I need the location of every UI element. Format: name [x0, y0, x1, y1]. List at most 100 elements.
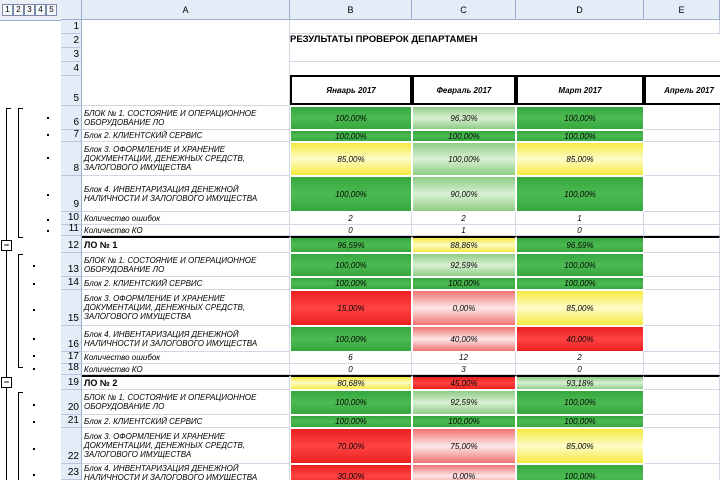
value-cell[interactable]: 3 — [412, 364, 516, 375]
empty-cell[interactable] — [644, 106, 720, 130]
summary-label-cell[interactable]: ЛО № 1 — [82, 236, 290, 253]
row-label-cell[interactable]: Блок 3. ОФОРМЛЕНИЕ И ХРАНЕНИЕ ДОКУМЕНТАЦ… — [82, 142, 290, 176]
row-label-cell[interactable]: Блок 4. ИНВЕНТАРИЗАЦИЯ ДЕНЕЖНОЙ НАЛИЧНОС… — [82, 176, 290, 212]
row-header[interactable]: 8 — [61, 142, 82, 176]
value-cell[interactable]: 12 — [412, 352, 516, 364]
value-cell[interactable]: 2 — [412, 212, 516, 225]
column-header-a[interactable]: A — [82, 0, 290, 20]
value-cell[interactable]: 100,00% — [516, 390, 644, 415]
value-cell[interactable]: 75,00% — [412, 428, 516, 464]
row-label-cell[interactable]: Блок 3. ОФОРМЛЕНИЕ И ХРАНЕНИЕ ДОКУМЕНТАЦ… — [82, 290, 290, 326]
value-cell[interactable]: 100,00% — [516, 277, 644, 290]
value-cell[interactable]: 100,00% — [290, 415, 412, 428]
row-label-cell[interactable]: Количество КО — [82, 364, 290, 375]
value-cell[interactable]: 100,00% — [516, 176, 644, 212]
row-header[interactable]: 19 — [61, 375, 82, 390]
empty-cell[interactable] — [644, 464, 720, 480]
empty-cell[interactable] — [644, 326, 720, 352]
value-cell[interactable]: 100,00% — [290, 106, 412, 130]
row-header[interactable]: 6 — [61, 106, 82, 130]
empty-cell[interactable] — [644, 225, 720, 236]
value-cell[interactable]: 100,00% — [412, 130, 516, 142]
empty-cell[interactable] — [644, 375, 720, 390]
row-label-cell[interactable]: Блок 2. КЛИЕНТСКИЙ СЕРВИС — [82, 130, 290, 142]
column-header-c[interactable]: C — [412, 0, 516, 20]
value-cell[interactable]: 30,00% — [290, 464, 412, 480]
value-cell[interactable]: 100,00% — [516, 464, 644, 480]
summary-value-cell[interactable]: 96,59% — [290, 236, 412, 253]
value-cell[interactable]: 100,00% — [516, 130, 644, 142]
column-header-d[interactable]: D — [516, 0, 644, 20]
value-cell[interactable]: 0 — [290, 225, 412, 236]
row-header[interactable]: 4 — [61, 62, 82, 76]
value-cell[interactable]: 2 — [516, 352, 644, 364]
value-cell[interactable]: 0 — [516, 225, 644, 236]
row-header[interactable]: 18 — [61, 362, 82, 375]
outline-level-2-button[interactable]: 2 — [13, 4, 24, 16]
summary-label-cell[interactable]: ЛО № 2 — [82, 375, 290, 390]
value-cell[interactable]: 100,00% — [290, 326, 412, 352]
value-cell[interactable]: 40,00% — [516, 326, 644, 352]
outline-level-3-button[interactable]: 3 — [24, 4, 35, 16]
row-label-cell[interactable]: Блок 4. ИНВЕНТАРИЗАЦИЯ ДЕНЕЖНОЙ НАЛИЧНОС… — [82, 464, 290, 480]
row-label-cell[interactable]: Количество ошибок — [82, 212, 290, 225]
row-header[interactable]: 15 — [61, 290, 82, 326]
empty-cell[interactable] — [644, 390, 720, 415]
month-header-feb[interactable]: Февраль 2017 — [412, 75, 516, 105]
collapse-group-1-button[interactable]: − — [1, 240, 12, 251]
summary-value-cell[interactable]: 96,59% — [516, 236, 644, 253]
cell-b4[interactable] — [290, 62, 720, 76]
row-header[interactable]: 23 — [61, 464, 82, 480]
value-cell[interactable]: 100,00% — [412, 142, 516, 176]
value-cell[interactable]: 100,00% — [290, 176, 412, 212]
value-cell[interactable]: 100,00% — [290, 253, 412, 277]
row-header[interactable]: 11 — [61, 223, 82, 236]
value-cell[interactable]: 85,00% — [516, 142, 644, 176]
row-header[interactable]: 21 — [61, 415, 82, 428]
row-header[interactable]: 20 — [61, 390, 82, 415]
value-cell[interactable]: 92,59% — [412, 253, 516, 277]
row-header[interactable]: 5 — [61, 76, 82, 106]
select-all-corner[interactable] — [61, 0, 82, 20]
row-label-cell[interactable]: БЛОК № 1. СОСТОЯНИЕ И ОПЕРАЦИОННОЕ ОБОРУ… — [82, 253, 290, 277]
value-cell[interactable]: 70,00% — [290, 428, 412, 464]
empty-cell[interactable] — [644, 130, 720, 142]
value-cell[interactable]: 100,00% — [290, 277, 412, 290]
summary-value-cell[interactable]: 93,18% — [516, 375, 644, 390]
row-header[interactable]: 14 — [61, 277, 82, 290]
empty-cell[interactable] — [644, 428, 720, 464]
value-cell[interactable]: 2 — [290, 212, 412, 225]
cell-b1[interactable] — [290, 20, 720, 34]
empty-cell[interactable] — [644, 364, 720, 375]
row-label-cell[interactable]: Блок 2. КЛИЕНТСКИЙ СЕРВИС — [82, 415, 290, 428]
row-label-cell[interactable]: Количество КО — [82, 225, 290, 236]
empty-cell[interactable] — [644, 415, 720, 428]
value-cell[interactable]: 100,00% — [290, 130, 412, 142]
value-cell[interactable]: 0 — [516, 364, 644, 375]
cell-b3[interactable] — [290, 48, 720, 62]
row-header[interactable]: 7 — [61, 129, 82, 142]
value-cell[interactable]: 0,00% — [412, 464, 516, 480]
empty-cell[interactable] — [644, 212, 720, 225]
row-label-cell[interactable]: Блок 2. КЛИЕНТСКИЙ СЕРВИС — [82, 277, 290, 290]
row-header[interactable]: 3 — [61, 48, 82, 62]
value-cell[interactable]: 100,00% — [290, 390, 412, 415]
row-header[interactable]: 16 — [61, 326, 82, 352]
value-cell[interactable]: 100,00% — [516, 415, 644, 428]
row-label-cell[interactable]: Блок 3. ОФОРМЛЕНИЕ И ХРАНЕНИЕ ДОКУМЕНТАЦ… — [82, 428, 290, 464]
collapse-group-2-button[interactable]: − — [1, 377, 12, 388]
value-cell[interactable]: 0,00% — [412, 290, 516, 326]
outline-level-4-button[interactable]: 4 — [35, 4, 46, 16]
outline-level-1-button[interactable]: 1 — [2, 4, 13, 16]
column-header-e[interactable]: E — [644, 0, 720, 20]
value-cell[interactable]: 100,00% — [516, 106, 644, 130]
empty-cell[interactable] — [644, 176, 720, 212]
value-cell[interactable]: 1 — [412, 225, 516, 236]
row-header[interactable]: 9 — [61, 176, 82, 212]
row-label-cell[interactable]: Блок 4. ИНВЕНТАРИЗАЦИЯ ДЕНЕЖНОЙ НАЛИЧНОС… — [82, 326, 290, 352]
value-cell[interactable]: 85,00% — [290, 142, 412, 176]
row-header[interactable]: 22 — [61, 428, 82, 464]
column-header-b[interactable]: B — [290, 0, 412, 20]
row-header[interactable]: 13 — [61, 253, 82, 277]
value-cell[interactable]: 92,59% — [412, 390, 516, 415]
